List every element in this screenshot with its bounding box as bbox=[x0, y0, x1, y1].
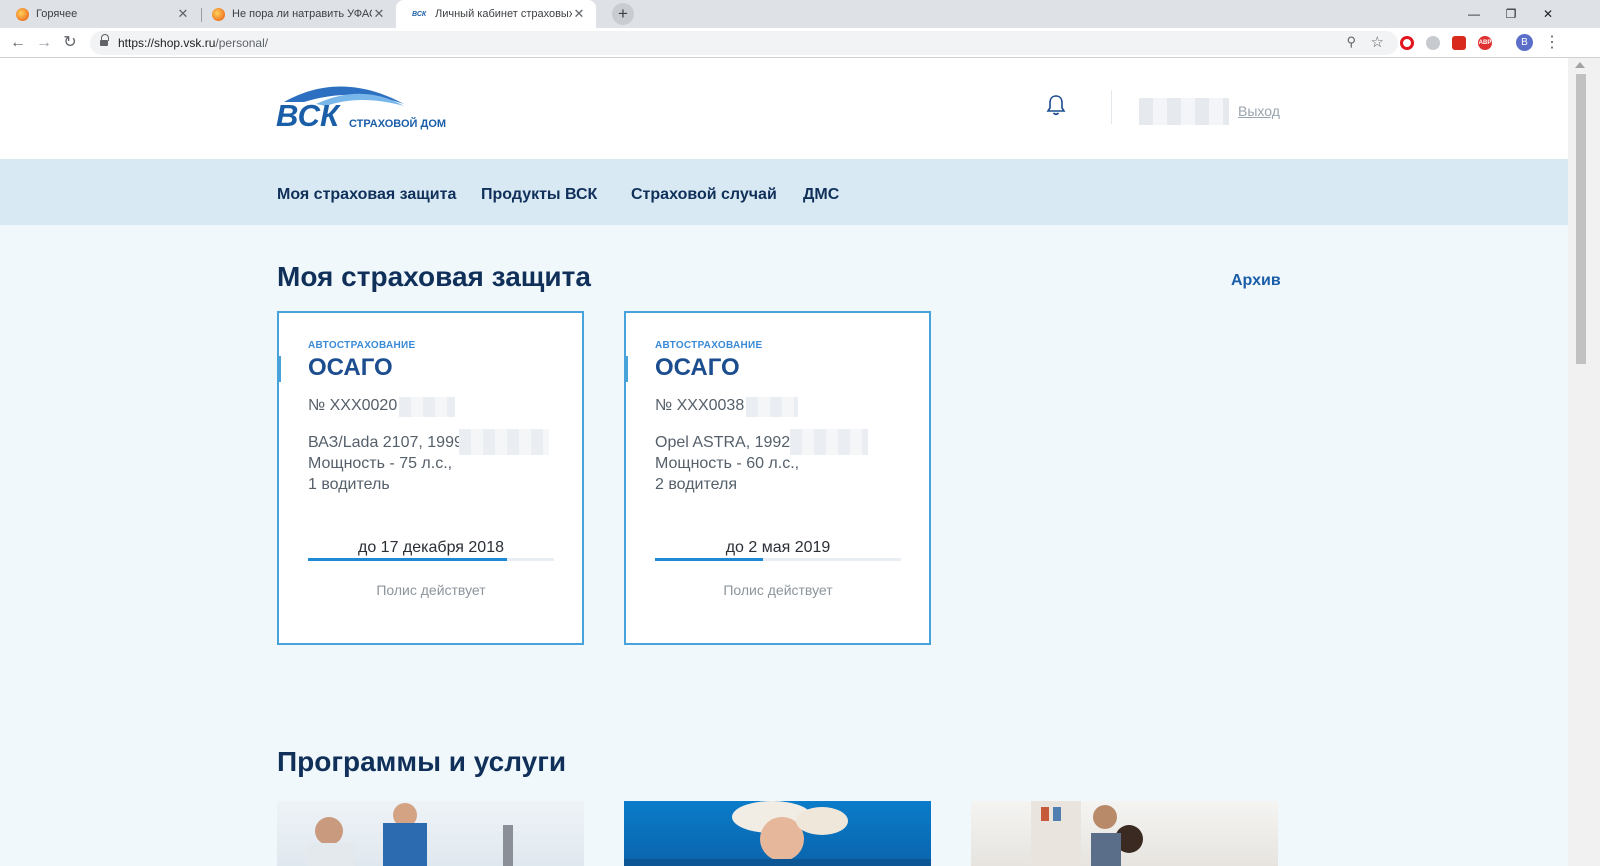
policy-number: № XXX0038 bbox=[655, 397, 745, 414]
card-accent bbox=[277, 356, 281, 382]
username-redacted bbox=[1139, 98, 1229, 125]
site-header: ВСК СТРАХОВОЙ ДОМ Выход bbox=[0, 58, 1568, 159]
address-bar[interactable]: https://shop.vsk.ru/personal/ ⚲ ☆ bbox=[90, 31, 1398, 55]
opera-extension-icon[interactable] bbox=[1400, 36, 1414, 50]
close-tab-icon[interactable]: ✕ bbox=[176, 6, 190, 22]
logo-subtext: СТРАХОВОЙ ДОМ bbox=[349, 117, 446, 130]
policy-status: Полис действует bbox=[376, 582, 486, 598]
browser-toolbar: ← → ↻ https://shop.vsk.ru/personal/ ⚲ ☆ … bbox=[0, 28, 1600, 58]
promo-image-home[interactable] bbox=[971, 801, 1278, 866]
drivers-count: 2 водителя bbox=[655, 476, 737, 493]
adblock-extension-icon[interactable]: ABP bbox=[1478, 36, 1492, 50]
new-tab-button[interactable]: + bbox=[612, 3, 634, 25]
policy-category: АВТОСТРАХОВАНИЕ bbox=[308, 340, 416, 351]
restore-window-button[interactable]: ❐ bbox=[1501, 4, 1521, 24]
globe-extension-icon[interactable] bbox=[1426, 36, 1440, 50]
pikabu-favicon-icon bbox=[16, 7, 29, 21]
zoom-icon[interactable]: ⚲ bbox=[1346, 34, 1356, 50]
redacted-plate bbox=[790, 429, 868, 455]
browser-tab[interactable]: Горячее ✕ bbox=[0, 0, 200, 28]
close-tab-icon[interactable]: ✕ bbox=[572, 6, 586, 22]
policy-name: ОСАГО bbox=[308, 354, 393, 381]
logout-link[interactable]: Выход bbox=[1238, 103, 1280, 119]
policy-progress-fill bbox=[308, 558, 508, 561]
redacted-plate bbox=[459, 429, 549, 455]
scrollbar-thumb[interactable] bbox=[1576, 74, 1586, 364]
engine-power: Мощность - 75 л.с., bbox=[308, 455, 453, 472]
forward-arrow-icon[interactable]: → bbox=[34, 33, 54, 53]
url-host: https://shop.vsk.ru bbox=[118, 36, 216, 50]
adblock-label: ABP bbox=[1478, 40, 1492, 46]
page-viewport: ВСК СТРАХОВОЙ ДОМ Выход Моя страховая за… bbox=[0, 58, 1568, 866]
vsk-logo[interactable]: ВСК СТРАХОВОЙ ДОМ bbox=[276, 80, 456, 130]
profile-initial: B bbox=[1521, 37, 1528, 48]
close-window-button[interactable]: ✕ bbox=[1538, 4, 1558, 24]
minimize-window-button[interactable]: — bbox=[1464, 4, 1484, 24]
redacted-number bbox=[399, 397, 455, 417]
drivers-count: 1 водитель bbox=[308, 476, 390, 493]
policy-description: Opel ASTRA, 1992, Мощность - 60 л.с., 2 … bbox=[655, 432, 799, 495]
close-tab-icon[interactable]: ✕ bbox=[372, 6, 386, 22]
notification-bell-icon[interactable] bbox=[1046, 94, 1066, 116]
reload-icon[interactable]: ↻ bbox=[60, 33, 80, 53]
programs-section-title: Программы и услуги bbox=[277, 746, 567, 777]
home-photo bbox=[1031, 801, 1143, 866]
lock-icon bbox=[100, 34, 109, 47]
url-text: https://shop.vsk.ru/personal/ bbox=[118, 36, 268, 50]
insurance-section-title: Моя страховая защита bbox=[277, 261, 591, 292]
browser-tab-active[interactable]: ВСК Личный кабинет страховых про ✕ bbox=[396, 0, 596, 28]
nav-item-my-insurance[interactable]: Моя страховая защита bbox=[277, 186, 456, 204]
redacted-number bbox=[746, 397, 798, 417]
policy-valid-until: до 2 мая 2019 bbox=[725, 539, 831, 556]
nav-item-products[interactable]: Продукты ВСК bbox=[481, 186, 597, 204]
travel-photo bbox=[624, 801, 931, 866]
nav-item-insurance-case[interactable]: Страховой случай bbox=[631, 186, 777, 204]
car-info: ВАЗ/Lada 2107, 1999, bbox=[308, 434, 468, 451]
nav-item-dms[interactable]: ДМС bbox=[803, 186, 839, 204]
policy-progress-track bbox=[308, 558, 554, 561]
tab-title: Личный кабинет страховых про bbox=[435, 8, 572, 20]
car-info: Opel ASTRA, 1992, bbox=[655, 434, 795, 451]
policy-card[interactable]: АВТОСТРАХОВАНИЕ ОСАГО № XXX0038 Opel AST… bbox=[624, 311, 931, 645]
policy-status: Полис действует bbox=[723, 582, 833, 598]
promo-image-family[interactable] bbox=[277, 801, 584, 866]
browser-tabstrip: Горячее ✕ Не пора ли натравить УФАС на ✕… bbox=[0, 0, 1600, 28]
policy-progress-fill bbox=[655, 558, 764, 561]
policy-category: АВТОСТРАХОВАНИЕ bbox=[655, 340, 763, 351]
tab-title: Не пора ли натравить УФАС на bbox=[232, 8, 372, 20]
back-arrow-icon[interactable]: ← bbox=[8, 33, 28, 53]
policy-progress-track bbox=[655, 558, 901, 561]
profile-avatar[interactable]: B bbox=[1516, 34, 1533, 51]
page-scrollbar[interactable] bbox=[1568, 58, 1600, 866]
vsk-favicon-icon: ВСК bbox=[412, 10, 427, 18]
bookmark-star-icon[interactable]: ☆ bbox=[1371, 33, 1384, 51]
promo-image-travel[interactable] bbox=[624, 801, 931, 866]
yandex-extension-icon[interactable] bbox=[1452, 36, 1466, 50]
browser-tab[interactable]: Не пора ли натравить УФАС на ✕ bbox=[196, 0, 396, 28]
family-photo bbox=[307, 803, 513, 866]
pikabu-favicon-icon bbox=[212, 7, 225, 21]
logo-text: ВСК bbox=[276, 98, 341, 130]
main-nav: Моя страховая защита Продукты ВСК Страхо… bbox=[0, 159, 1568, 225]
policy-card[interactable]: АВТОСТРАХОВАНИЕ ОСАГО № XXX0020 ВАЗ/Lada… bbox=[277, 311, 584, 645]
policy-description: ВАЗ/Lada 2107, 1999, Мощность - 75 л.с.,… bbox=[308, 432, 467, 495]
archive-link[interactable]: Архив bbox=[1231, 272, 1281, 290]
scroll-up-icon[interactable] bbox=[1575, 62, 1585, 68]
url-path: /personal/ bbox=[215, 36, 269, 50]
header-divider bbox=[1111, 90, 1112, 124]
card-accent bbox=[624, 356, 628, 382]
engine-power: Мощность - 60 л.с., bbox=[655, 455, 800, 472]
tab-title: Горячее bbox=[36, 8, 78, 20]
policy-valid-until: до 17 декабря 2018 bbox=[358, 539, 504, 556]
policy-name: ОСАГО bbox=[655, 354, 740, 381]
browser-menu-icon[interactable]: ⋮ bbox=[1544, 33, 1560, 53]
policy-number: № XXX0020 bbox=[308, 397, 398, 414]
